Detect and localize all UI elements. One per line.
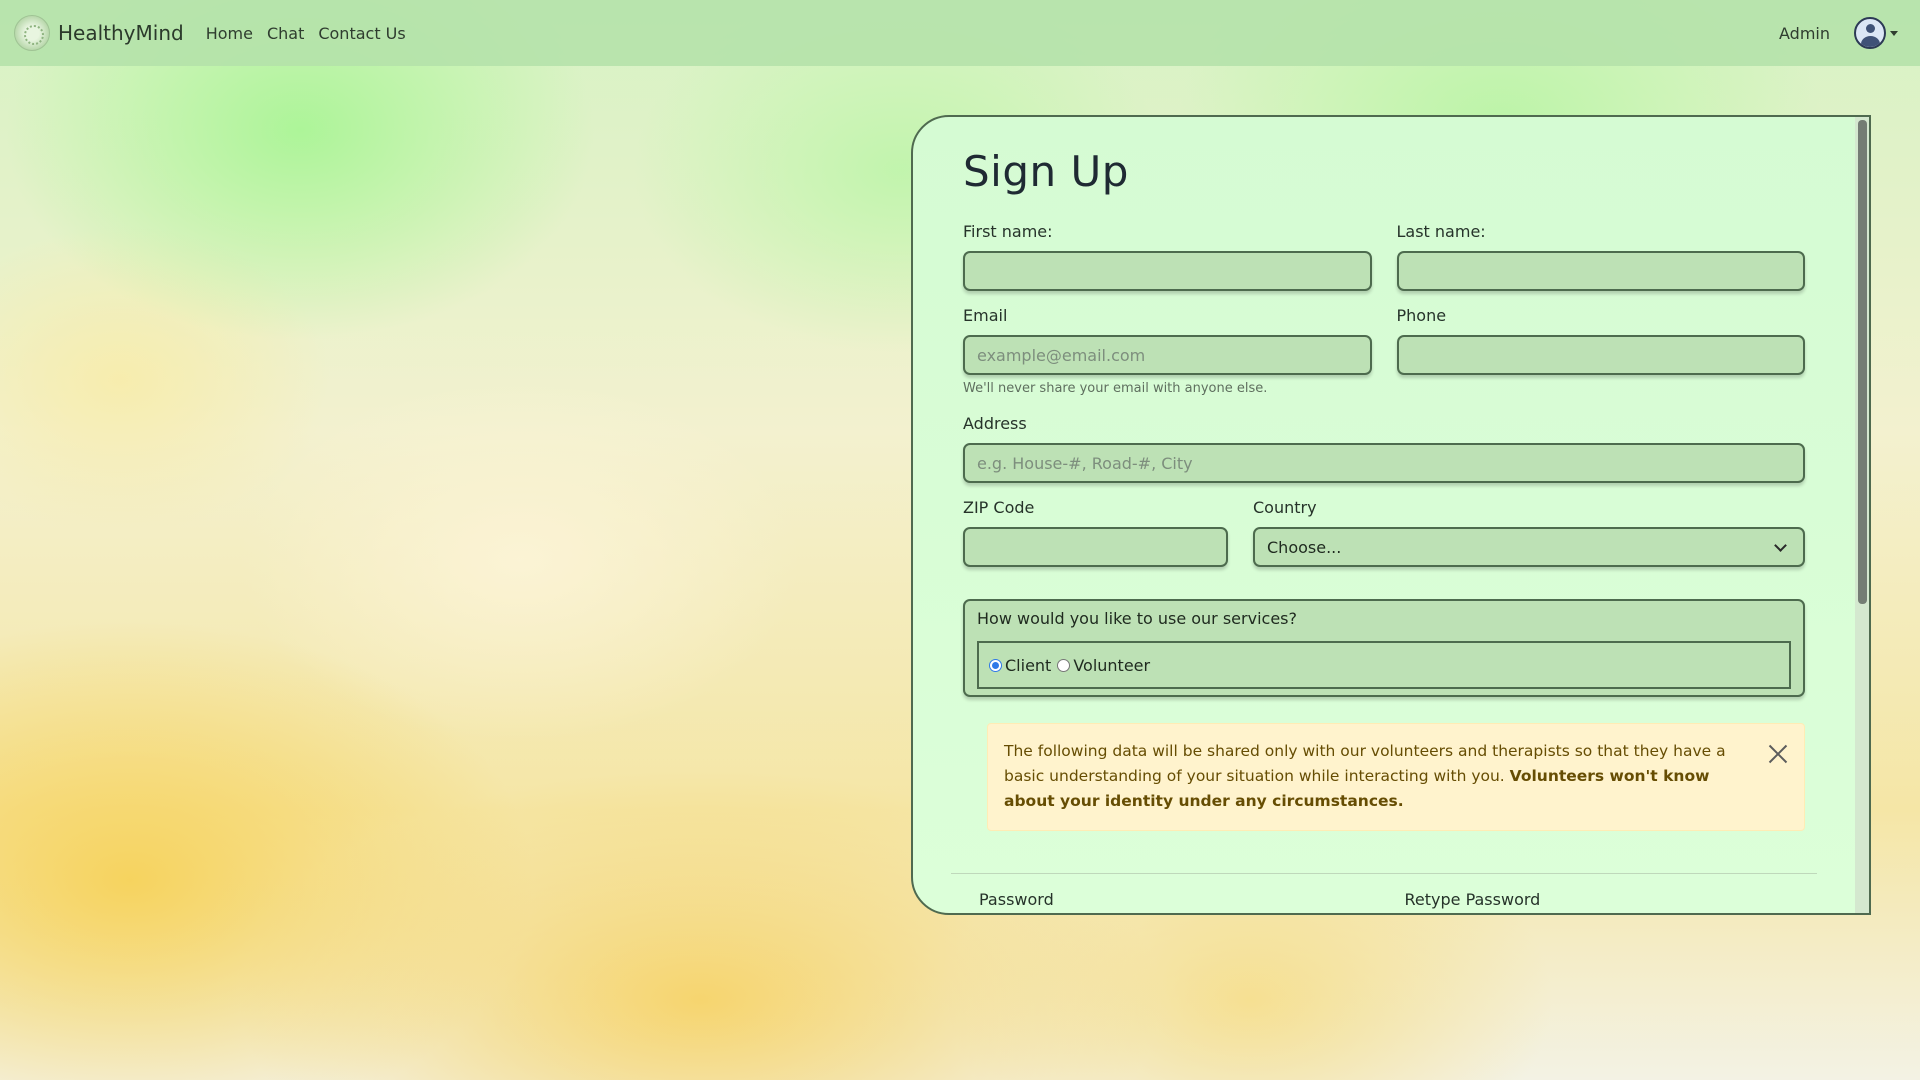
nav-links: Home Chat Contact Us <box>206 24 406 43</box>
first-name-label: First name: <box>963 222 1053 241</box>
address-input[interactable]: e.g. House-#, Road-#, City <box>963 443 1805 483</box>
password-label: Password <box>979 890 1054 909</box>
zip-code-input[interactable] <box>963 527 1228 567</box>
address-label: Address <box>963 414 1027 433</box>
country-select[interactable]: Choose... <box>1253 527 1805 567</box>
email-help-text: We'll never share your email with anyone… <box>963 381 1268 396</box>
radio-volunteer[interactable]: Volunteer <box>1057 656 1150 675</box>
nav-link-contact-us[interactable]: Contact Us <box>318 24 405 43</box>
password-row: Password Retype Password <box>963 890 1805 909</box>
country-selected-value: Choose... <box>1267 537 1342 557</box>
radio-volunteer-control[interactable] <box>1057 658 1071 672</box>
phone-label: Phone <box>1396 306 1447 325</box>
country-label: Country <box>1253 498 1317 517</box>
last-name-input[interactable] <box>1396 251 1805 291</box>
radio-client[interactable]: Client <box>989 656 1051 675</box>
email-label: Email <box>963 306 1008 325</box>
page-title: Sign Up <box>963 147 1129 196</box>
brand-link[interactable]: HealthyMind <box>14 15 184 51</box>
nav-link-chat[interactable]: Chat <box>267 24 304 43</box>
last-name-label: Last name: <box>1396 222 1486 241</box>
first-name-input[interactable] <box>963 251 1372 291</box>
close-icon[interactable] <box>1768 744 1788 764</box>
radio-volunteer-label: Volunteer <box>1073 655 1151 675</box>
retype-password-label: Retype Password <box>1404 890 1541 909</box>
caret-down-icon <box>1890 30 1898 36</box>
radio-client-label: Client <box>1005 655 1052 675</box>
card-scrollbar[interactable] <box>1855 117 1869 913</box>
services-question: How would you like to use our services? <box>977 609 1297 628</box>
user-menu-toggle[interactable] <box>1854 17 1898 49</box>
section-divider <box>951 873 1817 874</box>
card-scrollbar-thumb[interactable] <box>1858 120 1867 604</box>
navbar: HealthyMind Home Chat Contact Us Admin <box>0 0 1920 66</box>
name-row: First name: Last name: <box>963 222 1805 291</box>
brand-logo-icon <box>14 15 50 51</box>
nav-right: Admin <box>1779 17 1906 49</box>
service-radio-group: Client Volunteer <box>977 641 1791 689</box>
phone-input[interactable] <box>1396 335 1805 375</box>
zip-code-label: ZIP Code <box>963 498 1035 517</box>
nav-link-home[interactable]: Home <box>206 24 253 43</box>
signup-form: Sign Up First name: Last name: Email exa… <box>913 117 1855 913</box>
signup-card: Sign Up First name: Last name: Email exa… <box>911 115 1871 915</box>
brand-name: HealthyMind <box>58 21 184 45</box>
privacy-alert: The following data will be shared only w… <box>987 723 1805 831</box>
services-fieldset: How would you like to use our services? … <box>963 599 1805 697</box>
chevron-down-icon <box>1774 538 1787 552</box>
location-row: ZIP Code Country Choose... <box>963 498 1805 567</box>
nav-link-admin[interactable]: Admin <box>1779 24 1830 43</box>
user-avatar-icon <box>1854 17 1886 49</box>
radio-client-control[interactable] <box>989 658 1002 672</box>
email-input[interactable]: example@email.com <box>963 335 1372 375</box>
address-group: Address e.g. House-#, Road-#, City <box>963 414 1805 483</box>
contact-row: Email example@email.com We'll never shar… <box>963 306 1805 396</box>
